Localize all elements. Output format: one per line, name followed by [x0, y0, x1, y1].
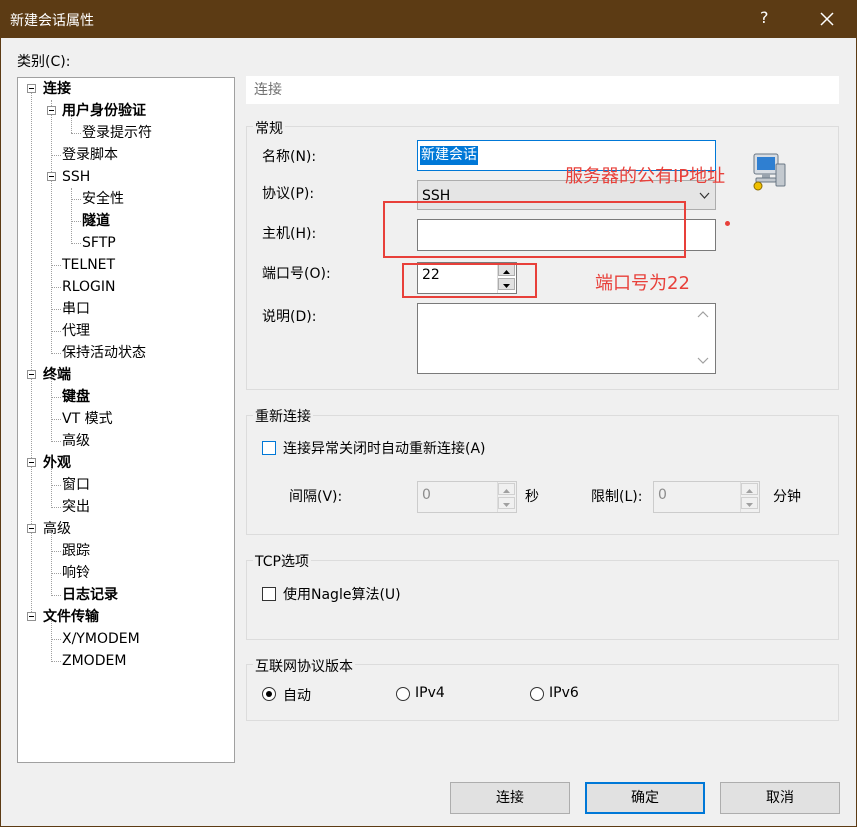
radio-ipv4-label[interactable]: IPv4 [415, 685, 445, 701]
limit-down-button[interactable] [741, 497, 758, 509]
expander-icon[interactable] [47, 106, 56, 115]
expander-icon[interactable] [27, 84, 36, 93]
limit-up-button[interactable] [741, 483, 758, 495]
host-annotation-box [383, 201, 686, 258]
tree-item-login-script[interactable]: 登录脚本 [62, 145, 118, 165]
limit-label: 限制(L): [591, 489, 643, 505]
radio-ipv6[interactable] [530, 687, 544, 701]
tree-item-logging[interactable]: 日志记录 [62, 585, 118, 605]
tree-item-highlight[interactable]: 突出 [62, 497, 90, 517]
connect-button[interactable]: 连接 [450, 782, 570, 814]
help-button[interactable]: ? [760, 8, 769, 27]
nagle-checkbox[interactable] [262, 587, 276, 601]
tree-item-appearance[interactable]: 外观 [43, 453, 71, 473]
port-label: 端口号(O): [262, 266, 331, 282]
tree-item-proxy[interactable]: 代理 [62, 321, 90, 341]
close-button[interactable] [812, 4, 842, 34]
limit-spinner[interactable] [740, 482, 758, 512]
scroll-down-icon[interactable] [697, 357, 709, 365]
tree-item-vt-mode[interactable]: VT 模式 [62, 409, 113, 429]
tree-item-rlogin[interactable]: RLOGIN [62, 277, 116, 297]
tree-item-tunnel[interactable]: 隧道 [82, 211, 110, 231]
category-tree[interactable]: 连接 用户身份验证 登录提示符 登录脚本 SSH 安全性 隧道 SFTP TEL… [17, 77, 235, 763]
arrow-down-icon [746, 503, 753, 507]
auto-reconnect-label[interactable]: 连接异常关闭时自动重新连接(A) [283, 438, 486, 458]
close-icon [820, 12, 834, 26]
tree-item-telnet[interactable]: TELNET [62, 255, 115, 275]
tree-item-login-prompt[interactable]: 登录提示符 [82, 123, 152, 143]
pane-header: 连接 [246, 76, 839, 104]
nagle-label[interactable]: 使用Nagle算法(U) [283, 584, 401, 604]
cancel-button[interactable]: 取消 [720, 782, 840, 814]
interval-spinner[interactable] [497, 482, 515, 512]
tree-item-ssh[interactable]: SSH [62, 167, 90, 187]
general-group-title: 常规 [253, 118, 285, 138]
tree-item-terminal[interactable]: 终端 [43, 365, 71, 385]
tree-item-xymodem[interactable]: X/YMODEM [62, 629, 140, 649]
expander-icon[interactable] [27, 370, 36, 379]
tree-item-advanced[interactable]: 高级 [43, 519, 71, 539]
category-label: 类别(C): [17, 54, 71, 70]
ip-version-group-title: 互联网协议版本 [253, 656, 355, 676]
tree-item-auth[interactable]: 用户身份验证 [62, 101, 146, 121]
tree-item-trace[interactable]: 跟踪 [62, 541, 90, 561]
port-annotation-text: 端口号为22 [595, 273, 690, 294]
tree-item-bell[interactable]: 响铃 [62, 563, 90, 583]
network-computer-icon [753, 153, 786, 191]
auto-reconnect-checkbox[interactable] [262, 441, 276, 455]
reconnect-group-title: 重新连接 [253, 406, 313, 426]
tree-item-keepalive[interactable]: 保持活动状态 [62, 343, 146, 363]
desc-textarea[interactable] [417, 303, 716, 374]
protocol-label: 协议(P): [262, 186, 315, 202]
tree-item-connection[interactable]: 连接 [43, 79, 71, 99]
expander-icon[interactable] [27, 458, 36, 467]
radio-auto-label[interactable]: 自动 [283, 685, 311, 705]
interval-up-button[interactable] [498, 483, 515, 495]
interval-unit: 秒 [525, 489, 539, 505]
arrow-up-icon [503, 489, 510, 493]
ok-button[interactable]: 确定 [585, 782, 705, 814]
name-label: 名称(N): [262, 149, 317, 165]
tree-item-serial[interactable]: 串口 [62, 299, 90, 319]
arrow-up-icon [746, 489, 753, 493]
tree-item-file-transfer[interactable]: 文件传输 [43, 607, 99, 627]
host-label: 主机(H): [262, 226, 317, 242]
limit-unit: 分钟 [773, 489, 801, 505]
tree-item-keyboard[interactable]: 键盘 [62, 387, 90, 407]
radio-ipv6-label[interactable]: IPv6 [549, 685, 579, 701]
radio-auto[interactable] [262, 687, 276, 701]
window-title: 新建会话属性 [10, 13, 94, 29]
tree-item-security[interactable]: 安全性 [82, 189, 124, 209]
limit-value: 0 [658, 487, 667, 503]
tree-item-terminal-advanced[interactable]: 高级 [62, 431, 90, 451]
title-bar: 新建会话属性 ? [0, 0, 857, 38]
radio-ipv4[interactable] [396, 687, 410, 701]
interval-label: 间隔(V): [289, 489, 343, 505]
reconnect-group [246, 415, 839, 535]
chevron-down-icon [699, 192, 710, 199]
tree-item-window[interactable]: 窗口 [62, 475, 90, 495]
interval-value: 0 [422, 487, 431, 503]
tree-item-sftp[interactable]: SFTP [82, 233, 116, 253]
expander-icon[interactable] [27, 524, 36, 533]
tree-item-zmodem[interactable]: ZMODEM [62, 651, 126, 671]
expander-icon[interactable] [47, 172, 56, 181]
tcp-group-title: TCP选项 [253, 551, 311, 571]
annotation-dot [725, 221, 730, 226]
name-field-value: 新建会话 [420, 146, 478, 165]
expander-icon[interactable] [27, 612, 36, 621]
interval-down-button[interactable] [498, 497, 515, 509]
scroll-up-icon[interactable] [697, 310, 709, 318]
host-annotation-text: 服务器的公有IP地址 [565, 166, 726, 187]
port-annotation-box [402, 263, 537, 298]
arrow-down-icon [503, 503, 510, 507]
desc-label: 说明(D): [262, 309, 317, 325]
